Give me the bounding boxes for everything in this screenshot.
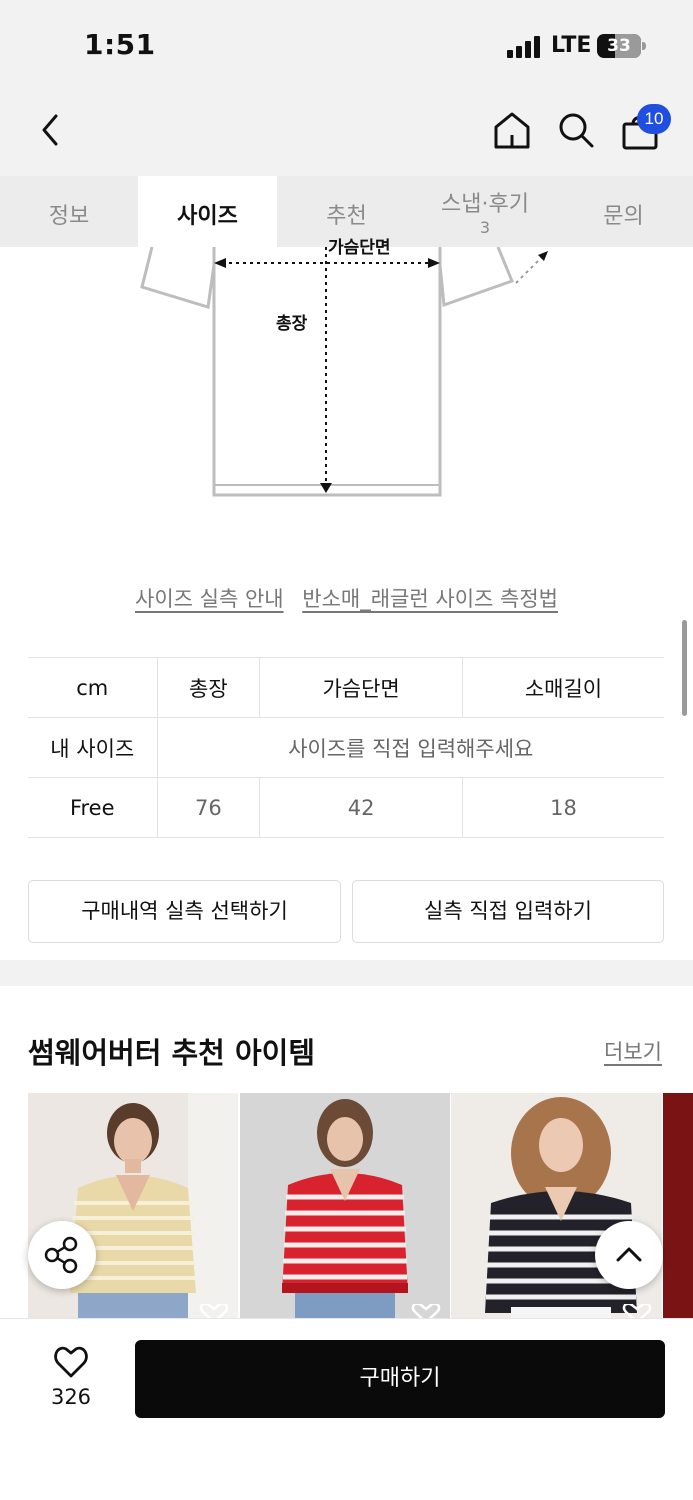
column-header: 소매길이 <box>461 657 664 718</box>
back-arrow-icon[interactable] <box>36 112 66 148</box>
column-header: 총장 <box>156 657 260 718</box>
heart-icon[interactable] <box>53 1345 89 1379</box>
tab-snap-review-count: 3 <box>479 218 491 237</box>
tab-size-label: 사이즈 <box>177 204 238 229</box>
status-time: 1:51 <box>84 28 156 61</box>
measure-method-link[interactable]: 반소매_래글런 사이즈 측정법 <box>302 587 558 611</box>
tab-inquiry-label: 문의 <box>603 204 644 229</box>
tab-inquiry[interactable]: 문의 <box>554 176 693 247</box>
manual-input-button[interactable]: 실측 직접 입력하기 <box>352 880 664 943</box>
tshirt-illustration <box>140 246 548 497</box>
my-size-row: 내 사이즈 사이즈를 직접 입력해주세요 <box>28 717 664 778</box>
size-diagram: 가슴단면 총장 <box>0 238 693 547</box>
scrollbar[interactable] <box>682 620 687 716</box>
search-icon[interactable] <box>556 110 596 150</box>
chest-label: 가슴단면 <box>328 238 391 258</box>
home-icon[interactable] <box>492 110 532 150</box>
my-size-input[interactable]: 사이즈를 직접 입력해주세요 <box>156 717 664 778</box>
product-card[interactable] <box>240 1093 450 1323</box>
tab-snap-review-label: 스냅·후기 <box>441 192 529 217</box>
product-card[interactable] <box>663 1093 693 1323</box>
tab-size[interactable]: 사이즈 <box>138 176 277 247</box>
battery-icon: 33 <box>597 34 641 58</box>
product-image <box>240 1093 450 1323</box>
network-type: LTE <box>551 33 592 58</box>
like-count: 326 <box>50 1385 92 1409</box>
buy-button[interactable]: 구매하기 <box>135 1340 665 1418</box>
size-value: 18 <box>461 777 664 838</box>
select-history-button[interactable]: 구매내역 실측 선택하기 <box>28 880 341 943</box>
size-value: 76 <box>156 777 260 838</box>
more-link[interactable]: 더보기 <box>604 1036 662 1066</box>
product-image <box>663 1093 693 1323</box>
size-value: 42 <box>259 777 463 838</box>
tab-recommend-label: 추천 <box>326 204 367 229</box>
column-header: 가슴단면 <box>259 657 463 718</box>
tab-info[interactable]: 정보 <box>0 176 138 247</box>
tab-info-label: 정보 <box>48 204 90 229</box>
battery-level: 33 <box>607 36 631 56</box>
status-bar: 1:51 LTE 33 <box>0 0 693 90</box>
unit-header: cm <box>28 657 157 718</box>
section-divider <box>0 960 693 986</box>
scroll-top-button[interactable] <box>595 1221 663 1289</box>
share-icon <box>44 1236 78 1274</box>
table-header-row: cm 총장 가슴단면 소매길이 <box>28 657 664 718</box>
my-size-label: 내 사이즈 <box>28 717 157 778</box>
cart-count-badge: 10 <box>637 104 671 134</box>
size-name: Free <box>28 777 157 838</box>
chevron-up-icon <box>616 1247 642 1262</box>
size-guide-link[interactable]: 사이즈 실측 안내 <box>135 587 284 611</box>
tab-snap-review[interactable]: 스냅·후기 3 <box>416 176 554 247</box>
share-button[interactable] <box>28 1221 96 1289</box>
recommend-title: 썸웨어버터 추천 아이템 <box>28 1036 315 1070</box>
table-row: Free 76 42 18 <box>28 777 664 838</box>
size-guide-links: 사이즈 실측 안내 반소매_래글런 사이즈 측정법 <box>0 583 693 613</box>
length-label: 총장 <box>276 314 308 334</box>
size-table: cm 총장 가슴단면 소매길이 내 사이즈 사이즈를 직접 입력해주세요 Fre… <box>28 657 664 838</box>
signal-icon <box>507 36 540 58</box>
